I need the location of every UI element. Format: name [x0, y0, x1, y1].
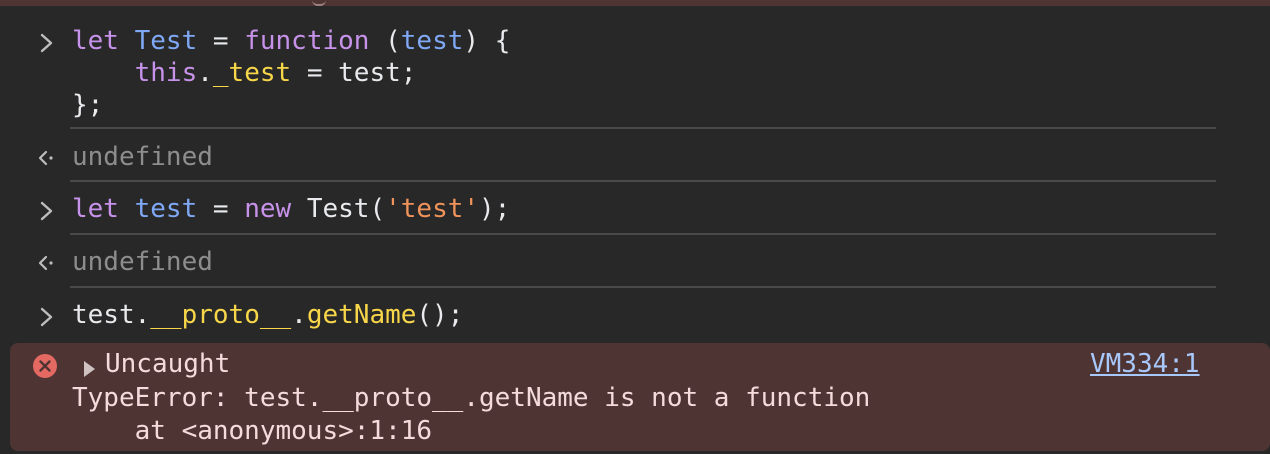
- error-header-label[interactable]: Uncaught: [105, 348, 230, 380]
- code-token: getName: [306, 300, 417, 330]
- code-line: };: [72, 89, 103, 121]
- code-token: __proto__: [150, 300, 292, 330]
- console-output-value: undefined: [72, 142, 213, 172]
- code-token: let: [72, 194, 119, 224]
- code-token: test: [400, 26, 464, 56]
- code-token: 'test': [385, 194, 480, 224]
- expand-triangle-icon[interactable]: [82, 356, 96, 377]
- code-token: _test: [212, 58, 292, 88]
- code-token: ();: [416, 300, 464, 330]
- previous-error-fragment: [312, 0, 326, 6]
- code-line: let test = new Test('test');: [72, 193, 510, 225]
- code-line: this._test = test;: [72, 57, 417, 89]
- entry-divider: [70, 233, 1216, 235]
- entry-divider: [70, 127, 1216, 129]
- code-token: this: [134, 58, 198, 88]
- code-token: ) {: [463, 26, 511, 56]
- entry-divider: [70, 180, 1216, 182]
- code-token: );: [479, 194, 511, 224]
- error-source-link[interactable]: VM334:1: [1090, 348, 1200, 380]
- code-token: let: [72, 26, 119, 56]
- code-token: Test(: [291, 194, 386, 224]
- code-token: =: [197, 26, 245, 56]
- code-line: let Test = function (test) {: [72, 25, 510, 57]
- error-stack-line: at <anonymous>:1:16: [72, 416, 433, 446]
- code-token: (: [369, 26, 401, 56]
- code-token: .: [291, 300, 307, 330]
- input-prompt-chevron-icon: [36, 30, 58, 60]
- input-prompt-chevron-icon: [36, 198, 58, 228]
- entry-divider: [70, 286, 1216, 288]
- input-prompt-chevron-icon: [36, 304, 58, 334]
- console-output-value: undefined: [72, 247, 213, 277]
- code-token: };: [72, 90, 104, 120]
- code-line: test.__proto__.getName();: [72, 299, 463, 331]
- code-token: .: [197, 58, 213, 88]
- code-token: function: [244, 26, 370, 56]
- code-token: Test: [134, 26, 198, 56]
- previous-error-strip: [0, 0, 1270, 6]
- output-return-arrow-icon: [36, 146, 58, 176]
- output-return-arrow-icon: [36, 251, 58, 281]
- code-token: =: [197, 194, 245, 224]
- code-token: new: [244, 194, 292, 224]
- code-token: test.: [72, 300, 151, 330]
- error-circle-icon: [32, 353, 58, 379]
- error-message-text: TypeError: test.__proto__.getName is not…: [72, 383, 871, 413]
- code-token: = test;: [291, 58, 417, 88]
- code-token: test: [134, 194, 198, 224]
